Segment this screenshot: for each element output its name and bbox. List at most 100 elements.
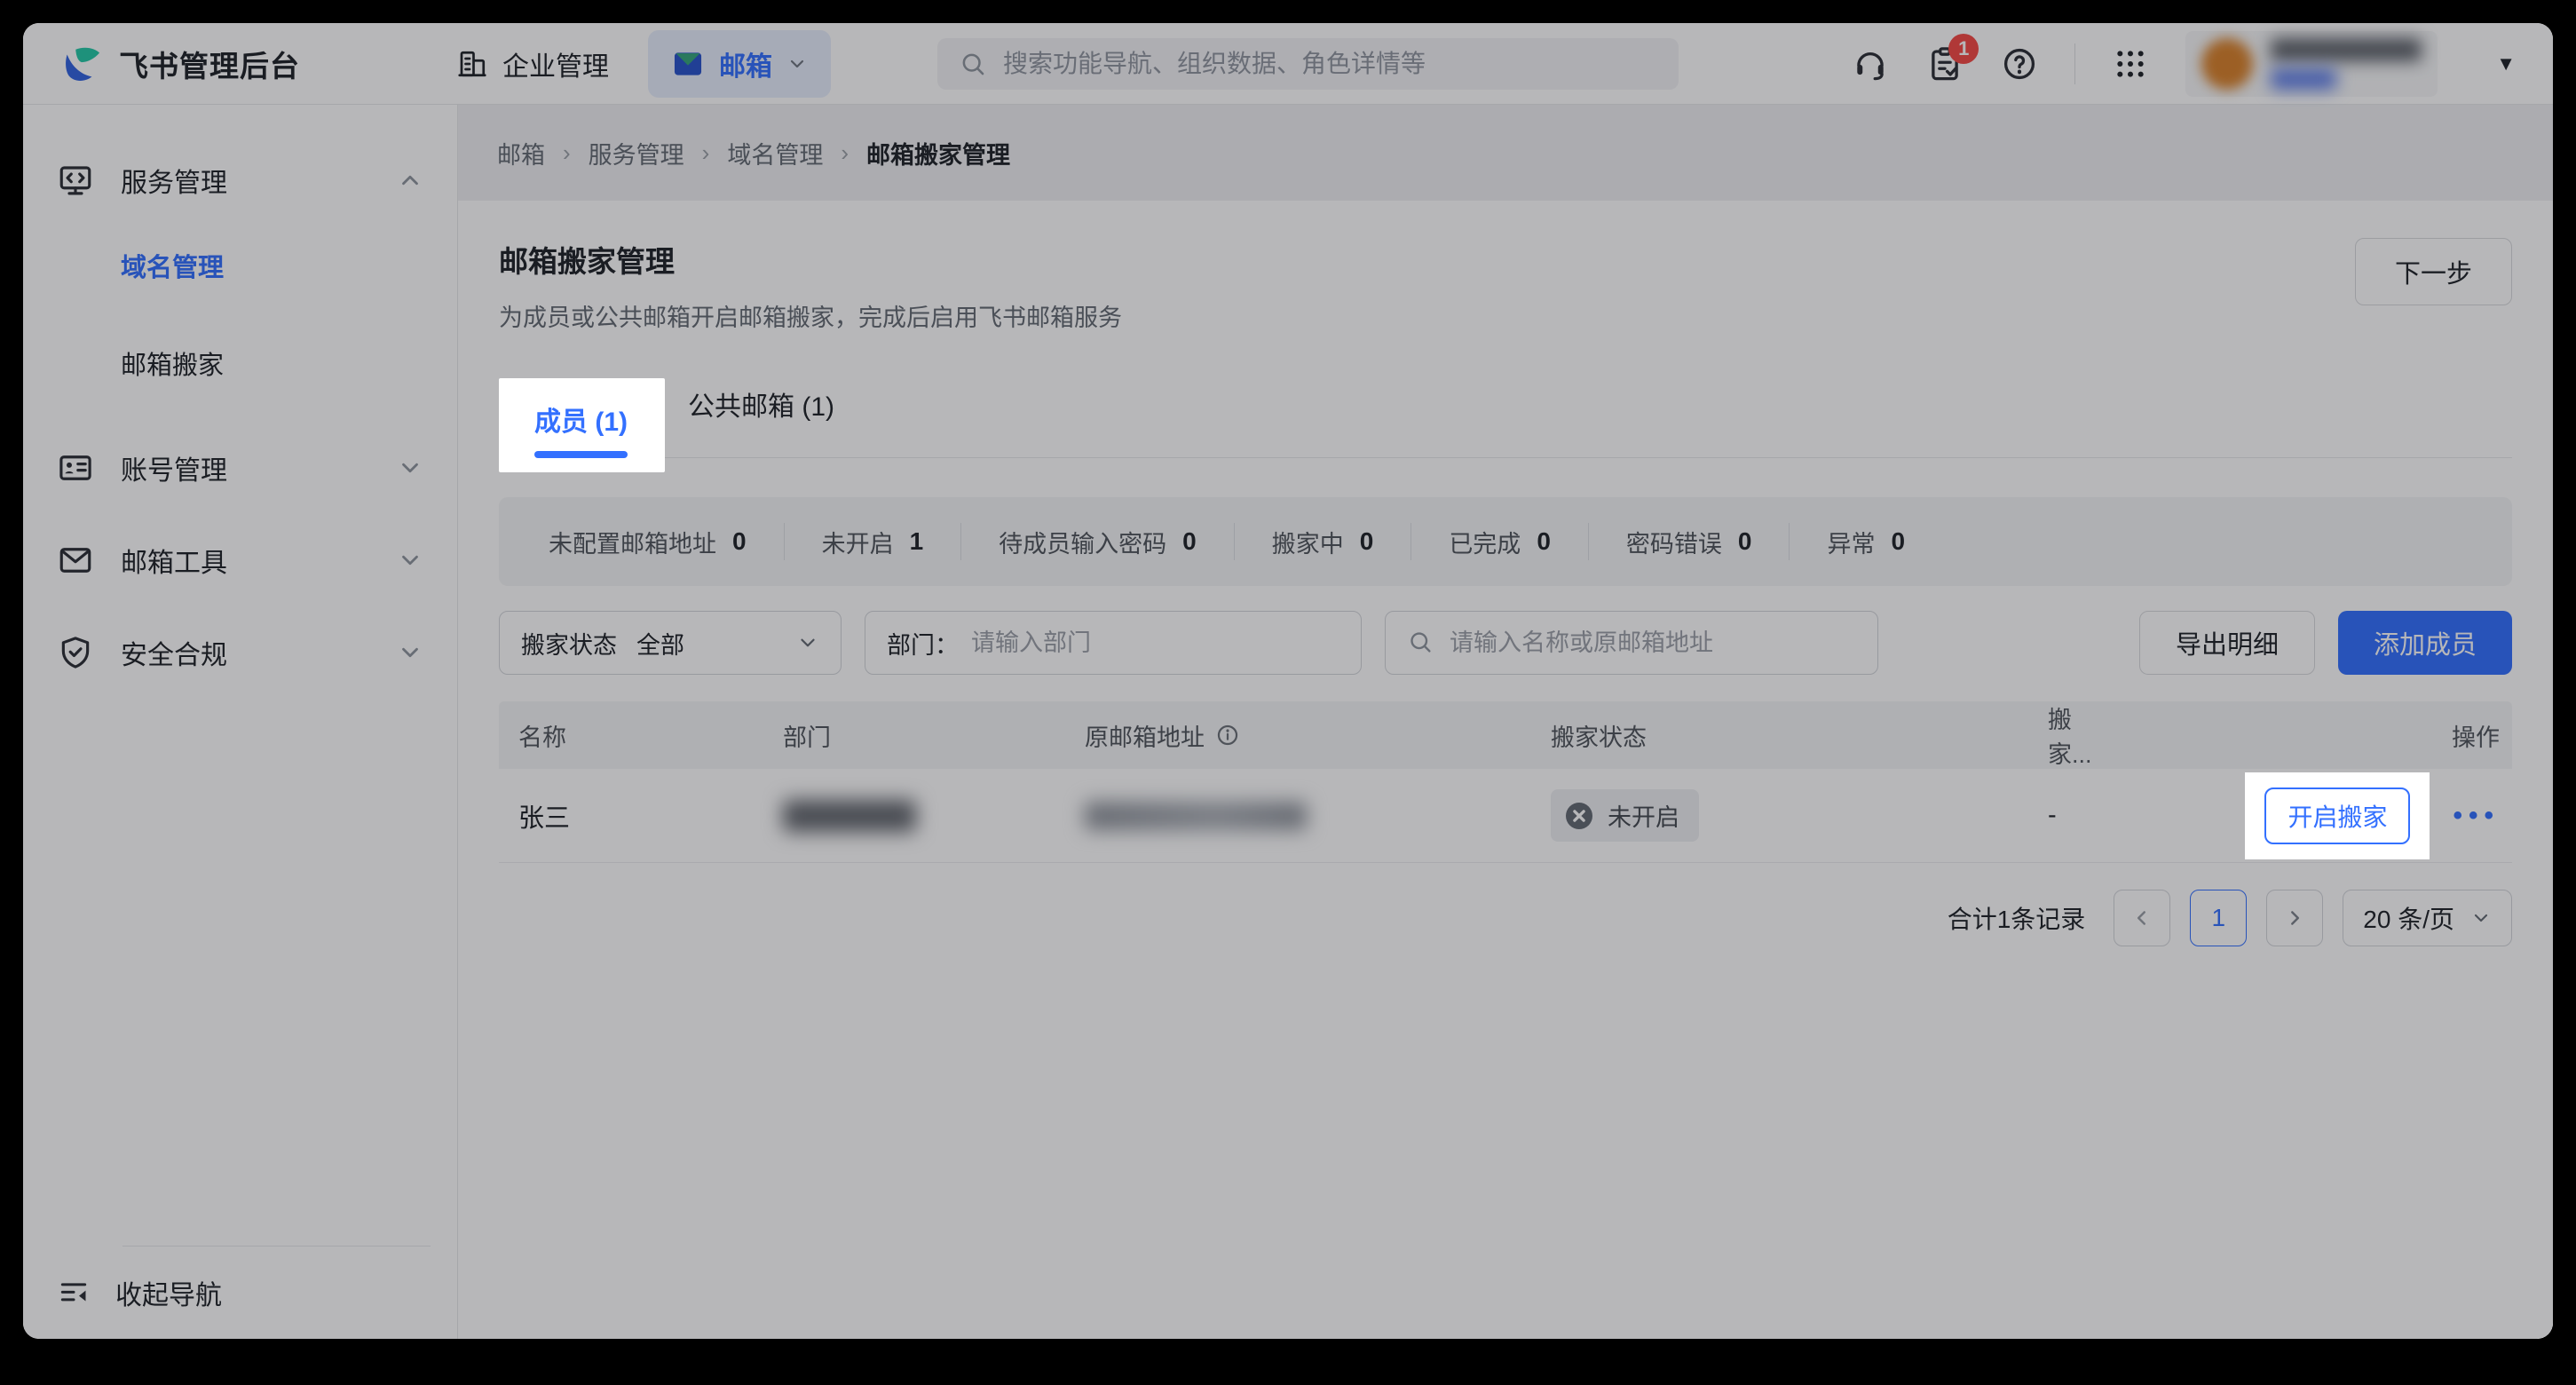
tab-members-spotlight: 成员 (1) — [499, 378, 665, 472]
breadcrumb-current: 邮箱搬家管理 — [866, 136, 1010, 170]
support-headset-icon[interactable] — [1851, 44, 1890, 83]
migration-status-select[interactable]: 搬家状态 全部 — [499, 611, 842, 675]
global-search[interactable] — [937, 38, 1679, 90]
breadcrumb-separator-icon: › — [841, 139, 849, 167]
more-actions-icon[interactable]: ••• — [2453, 803, 2500, 829]
department-label: 部门： — [887, 626, 959, 661]
page-header: 邮箱搬家管理 为成员或公共邮箱开启邮箱搬家，完成后启用飞书邮箱服务 下一步 — [499, 238, 2512, 333]
status-value: 1 — [910, 527, 924, 556]
sidebar: 服务管理 域名管理 邮箱搬家 — [23, 105, 458, 1339]
open-migration-spotlight: 开启搬家 — [2245, 772, 2430, 859]
cell-migration-status: 未开启 — [1551, 789, 2048, 842]
account-menu[interactable] — [2185, 31, 2438, 97]
status-select-value: 全部 — [636, 626, 684, 661]
x-circle-icon — [1563, 800, 1595, 832]
sidebar-label: 安全合规 — [121, 633, 227, 672]
sidebar-item-domain-mgmt[interactable]: 域名管理 — [39, 233, 441, 298]
prev-page-button[interactable] — [2114, 890, 2170, 946]
task-list-icon[interactable]: 1 — [1925, 44, 1964, 83]
app-title: 飞书管理后台 — [119, 43, 300, 85]
account-caret-icon[interactable]: ▼ — [2496, 52, 2516, 75]
sidebar-label: 邮箱工具 — [121, 541, 227, 580]
col-original-email: 原邮箱地址 — [1085, 718, 1551, 753]
status-label: 已完成 — [1449, 525, 1521, 559]
nav-mail-label: 邮箱 — [719, 44, 772, 83]
tab-public-mailbox-label: 公共邮箱 (1) — [688, 392, 834, 422]
page-size-value: 20 条/页 — [2363, 900, 2454, 936]
page-size-select[interactable]: 20 条/页 — [2343, 890, 2512, 946]
open-migration-button[interactable]: 开启搬家 — [2264, 787, 2410, 844]
sidebar-item-mail-tools[interactable]: 邮箱工具 — [39, 527, 441, 593]
col-department: 部门 — [783, 718, 1085, 753]
member-search[interactable] — [1385, 611, 1878, 675]
sidebar-footer: 收起导航 — [23, 1246, 457, 1339]
content-card: 邮箱搬家管理 为成员或公共邮箱开启邮箱搬家，完成后启用飞书邮箱服务 下一步 成员… — [458, 201, 2553, 1339]
chevron-down-icon — [397, 455, 423, 481]
status-awaiting-password[interactable]: 待成员输入密码 0 — [961, 525, 1234, 559]
department-filter[interactable]: 部门： — [865, 611, 1362, 675]
status-migrating[interactable]: 搬家中 0 — [1235, 525, 1411, 559]
breadcrumb-item[interactable]: 服务管理 — [589, 136, 684, 170]
next-page-button[interactable] — [2266, 890, 2323, 946]
envelope-icon — [57, 542, 94, 579]
sidebar-item-mail-migration[interactable]: 邮箱搬家 — [39, 330, 441, 396]
next-step-button[interactable]: 下一步 — [2355, 238, 2512, 305]
cell-original-email — [1085, 802, 1551, 830]
status-label: 异常 — [1827, 525, 1875, 559]
info-icon[interactable] — [1215, 723, 1240, 748]
building-icon — [456, 48, 488, 80]
chevron-up-icon — [397, 167, 423, 194]
breadcrumb-item[interactable]: 域名管理 — [727, 136, 823, 170]
col-name: 名称 — [499, 718, 783, 753]
status-unconfigured[interactable]: 未配置邮箱地址 0 — [511, 525, 784, 559]
status-label: 搬家中 — [1272, 525, 1344, 559]
header-actions: 1 — [1851, 31, 2516, 97]
apps-grid-icon[interactable] — [2111, 44, 2150, 83]
tab-members[interactable]: 成员 (1) — [534, 400, 628, 458]
breadcrumb-separator-icon: › — [563, 139, 571, 167]
mail-product-icon — [671, 47, 705, 81]
feishu-logo-icon — [60, 44, 101, 84]
status-badge-label: 未开启 — [1608, 798, 1679, 833]
member-search-input[interactable] — [1450, 629, 1856, 657]
export-detail-button[interactable]: 导出明细 — [2139, 611, 2315, 675]
sidebar-item-account-mgmt[interactable]: 账号管理 — [39, 435, 441, 501]
nav-mail[interactable]: 邮箱 — [648, 30, 831, 98]
department-input[interactable] — [971, 629, 1339, 657]
tab-public-mailbox[interactable]: 公共邮箱 (1) — [688, 384, 834, 457]
status-completed[interactable]: 已完成 0 — [1411, 525, 1588, 559]
sidebar-item-service-mgmt[interactable]: 服务管理 — [39, 147, 441, 213]
account-tag-redacted — [2271, 68, 2336, 90]
nav-enterprise[interactable]: 企业管理 — [433, 30, 632, 98]
pagination: 合计1条记录 1 20 条/页 — [499, 890, 2512, 989]
col-actions: 操作 — [2104, 718, 2512, 753]
shield-check-icon — [57, 634, 94, 671]
chevron-down-icon — [786, 53, 808, 75]
chevron-down-icon — [2470, 907, 2492, 929]
status-value: 0 — [1537, 527, 1551, 556]
status-value: 0 — [1360, 527, 1374, 556]
admin-console-window: 飞书管理后台 企业管理 — [23, 23, 2553, 1339]
status-not-started[interactable]: 未开启 1 — [785, 525, 961, 559]
breadcrumb-item[interactable]: 邮箱 — [497, 136, 545, 170]
tabs: 成员 (1) 公共邮箱 (1) — [499, 363, 2512, 458]
sidebar-label: 账号管理 — [121, 448, 227, 487]
top-header: 飞书管理后台 企业管理 — [23, 23, 2553, 105]
sidebar-item-security-compliance[interactable]: 安全合规 — [39, 620, 441, 685]
status-abnormal[interactable]: 异常 0 — [1790, 525, 1942, 559]
chevron-down-icon — [796, 631, 819, 654]
help-icon[interactable] — [2000, 44, 2039, 83]
pagination-total: 合计1条记录 — [1948, 900, 2086, 936]
header-divider — [2074, 44, 2075, 84]
department-redacted — [783, 800, 916, 832]
global-search-input[interactable] — [1003, 50, 1657, 78]
col-original-email-label: 原邮箱地址 — [1085, 718, 1205, 753]
page-1-button[interactable]: 1 — [2190, 890, 2247, 946]
collapse-nav-button[interactable]: 收起导航 — [23, 1246, 457, 1339]
status-wrong-password[interactable]: 密码错误 0 — [1589, 525, 1790, 559]
add-member-button[interactable]: 添加成员 — [2338, 611, 2512, 675]
app-logo[interactable]: 飞书管理后台 — [60, 43, 300, 85]
sidebar-sublabel: 域名管理 — [121, 247, 224, 284]
col-migration-truncated: 搬家... — [2048, 700, 2104, 770]
active-tab-underline — [534, 451, 628, 458]
